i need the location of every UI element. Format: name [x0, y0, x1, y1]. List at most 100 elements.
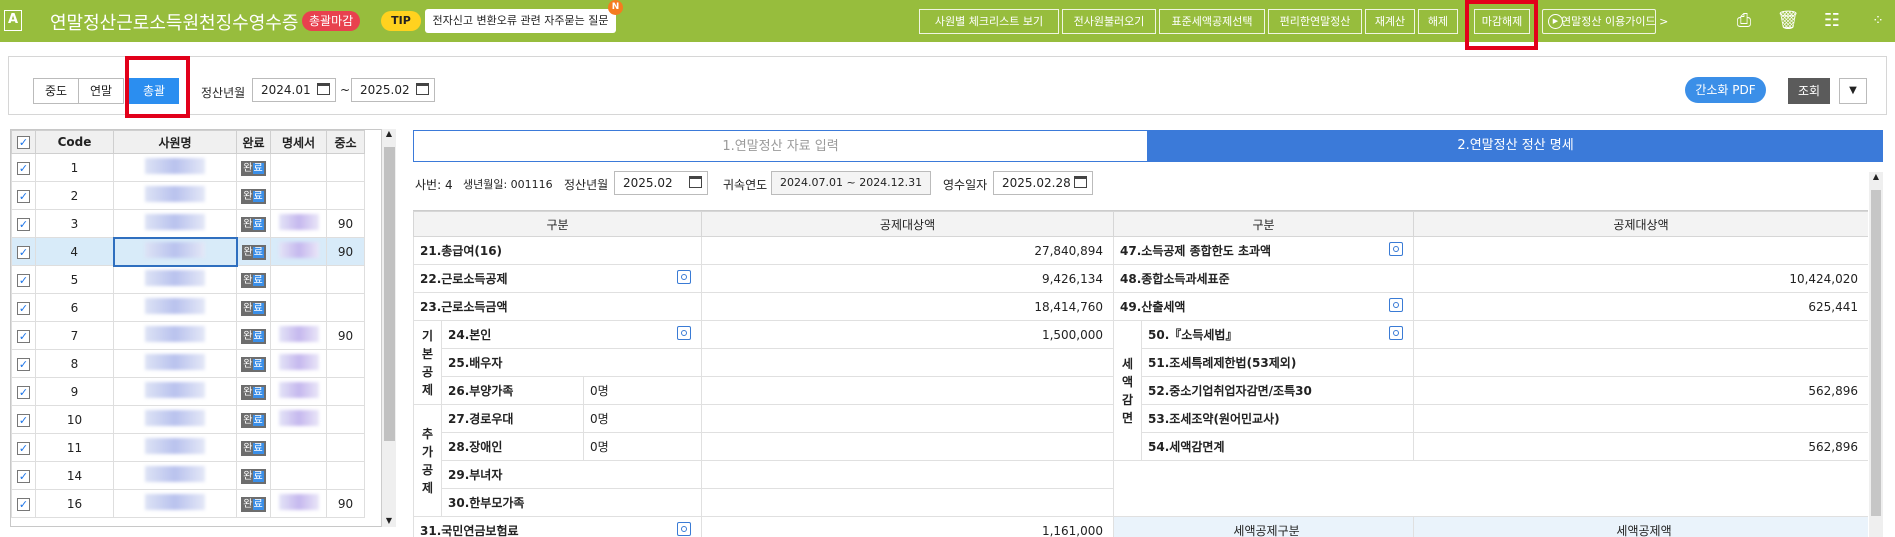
row-checkbox[interactable]: ✓: [11, 433, 36, 462]
detail-search-icon[interactable]: [677, 326, 692, 340]
print-icon[interactable]: ⎙: [1732, 10, 1756, 32]
scroll-thumb[interactable]: [1871, 190, 1881, 516]
mode-midterm-tab[interactable]: 중도: [33, 78, 79, 104]
row-checkbox[interactable]: ✓: [11, 153, 36, 182]
load-all-employees-button[interactable]: 전사원불러오기: [1062, 9, 1156, 34]
col-done[interactable]: 완료: [236, 130, 271, 154]
pdf-import-button[interactable]: 간소화 PDF: [1685, 77, 1766, 103]
easy-settlement-button[interactable]: 편리한연말정산: [1268, 9, 1362, 34]
period-to-field[interactable]: 2025.02: [351, 78, 435, 102]
tab-settlement-detail[interactable]: 2.연말정산 정산 명세: [1148, 130, 1883, 162]
table-row[interactable]: ✓ 5 완료: [11, 265, 365, 294]
statement-cell[interactable]: [270, 237, 327, 266]
scroll-up-icon[interactable]: ▲: [1869, 172, 1883, 181]
table-row[interactable]: ✓ 1 완료: [11, 153, 365, 182]
redacted-name: [145, 270, 205, 287]
table-row[interactable]: ✓ 9 완료: [11, 377, 365, 406]
table-row[interactable]: ✓ 4 완료 90: [11, 236, 365, 267]
statement-cell[interactable]: [270, 405, 327, 434]
calendar-icon[interactable]: [689, 176, 702, 188]
statement-cell[interactable]: [270, 209, 327, 238]
scroll-thumb[interactable]: [384, 147, 395, 441]
statement-cell[interactable]: [270, 489, 327, 518]
emp-code: 1: [35, 153, 114, 182]
table-row: 추 가 공 제 27.경로우대 0명 53.조세조약(원어민교사): [413, 404, 1868, 517]
tab-data-entry[interactable]: 1.연말정산 자료 입력: [413, 130, 1148, 162]
receipt-field[interactable]: 2025.02.28: [993, 171, 1093, 195]
select-all-checkbox[interactable]: ✓: [11, 130, 36, 154]
emp-name: [113, 293, 237, 322]
row-checkbox[interactable]: ✓: [11, 349, 36, 378]
tip-link[interactable]: 전자신고 변환오류 관련 자주묻는 질문: [425, 9, 616, 33]
statement-cell[interactable]: [270, 461, 327, 490]
calendar-icon[interactable]: [1074, 176, 1087, 188]
emp-name: [113, 209, 237, 238]
row-checkbox[interactable]: ✓: [11, 321, 36, 350]
statement-cell[interactable]: [270, 181, 327, 210]
sme-cell: [326, 181, 365, 210]
chevron-down-icon[interactable]: ▼: [1839, 78, 1867, 104]
trash-icon[interactable]: 🗑: [1776, 10, 1800, 32]
scroll-up-icon[interactable]: ▲: [382, 129, 396, 138]
table-row[interactable]: ✓ 10 완료: [11, 405, 365, 434]
statement-cell[interactable]: [270, 293, 327, 322]
redacted-name: [145, 382, 205, 398]
recalculate-button[interactable]: 재계산: [1365, 9, 1415, 34]
col-sme[interactable]: 중소: [326, 130, 365, 154]
detail-scrollbar[interactable]: ▲: [1869, 172, 1883, 537]
row-amount: 1,161,000: [701, 516, 1115, 537]
redacted-name: [145, 466, 205, 482]
redacted-name: [145, 438, 205, 454]
calendar-icon[interactable]: [317, 83, 330, 95]
mode-yearend-tab[interactable]: 연말: [78, 78, 124, 104]
settings-list-icon[interactable]: ☷: [1820, 10, 1844, 32]
row-label: 47.소득공제 종합한도 초과액: [1113, 236, 1415, 265]
detail-search-icon[interactable]: [677, 522, 692, 536]
settle-field[interactable]: 2025.02: [614, 171, 708, 195]
table-row[interactable]: ✓ 16 완료 90: [11, 489, 365, 518]
calendar-icon[interactable]: [416, 83, 429, 95]
row-checkbox[interactable]: ✓: [11, 293, 36, 322]
search-button[interactable]: 조회: [1788, 78, 1830, 104]
guide-button[interactable]: ▶ 연말정산 이용가이드 >: [1542, 9, 1668, 34]
statement-cell[interactable]: [270, 153, 327, 182]
table-row[interactable]: ✓ 14 완료: [11, 461, 365, 490]
statement-cell[interactable]: [270, 349, 327, 378]
standard-tax-credit-button[interactable]: 표준세액공제선택: [1159, 9, 1265, 34]
checklist-button[interactable]: 사원별 체크리스트 보기: [919, 9, 1059, 34]
statement-cell[interactable]: [270, 433, 327, 462]
table-row[interactable]: ✓ 8 완료: [11, 349, 365, 378]
table-row[interactable]: ✓ 6 완료: [11, 293, 365, 322]
table-row[interactable]: ✓ 2 완료: [11, 181, 365, 210]
redacted-name: [145, 410, 205, 426]
row-checkbox[interactable]: ✓: [11, 405, 36, 434]
detail-search-icon[interactable]: [1389, 298, 1404, 312]
statement-cell[interactable]: [270, 321, 327, 350]
table-row[interactable]: ✓ 3 완료 90: [11, 209, 365, 238]
row-checkbox[interactable]: ✓: [11, 377, 36, 406]
release-button[interactable]: 해제: [1418, 9, 1458, 34]
col-code[interactable]: Code: [35, 130, 114, 154]
row-checkbox[interactable]: ✓: [11, 489, 36, 518]
col-name[interactable]: 사원명: [113, 130, 237, 154]
row-checkbox[interactable]: ✓: [11, 461, 36, 490]
employee-grid-scrollbar[interactable]: ▲ ▼: [381, 129, 396, 527]
table-row[interactable]: ✓ 7 완료 90: [11, 321, 365, 350]
row-amount: 18,414,760: [701, 292, 1115, 321]
statement-cell[interactable]: [270, 265, 327, 294]
apps-icon[interactable]: ⁘: [1866, 10, 1890, 32]
col-statement[interactable]: 명세서: [270, 130, 327, 154]
detail-search-icon[interactable]: [677, 270, 692, 284]
settle-label: 정산년월: [564, 178, 609, 192]
scroll-down-icon[interactable]: ▼: [382, 516, 396, 525]
detail-search-icon[interactable]: [1389, 326, 1404, 340]
row-checkbox[interactable]: ✓: [11, 181, 36, 210]
period-from-field[interactable]: 2024.01: [252, 78, 336, 102]
statement-cell[interactable]: [270, 377, 327, 406]
row-checkbox[interactable]: ✓: [11, 209, 36, 238]
table-row[interactable]: ✓ 11 완료: [11, 433, 365, 462]
row-checkbox[interactable]: ✓: [11, 237, 36, 266]
detail-search-icon[interactable]: [1389, 242, 1404, 256]
row-label: 51.조세특례제한법(53제외): [1141, 348, 1415, 377]
row-checkbox[interactable]: ✓: [11, 265, 36, 294]
